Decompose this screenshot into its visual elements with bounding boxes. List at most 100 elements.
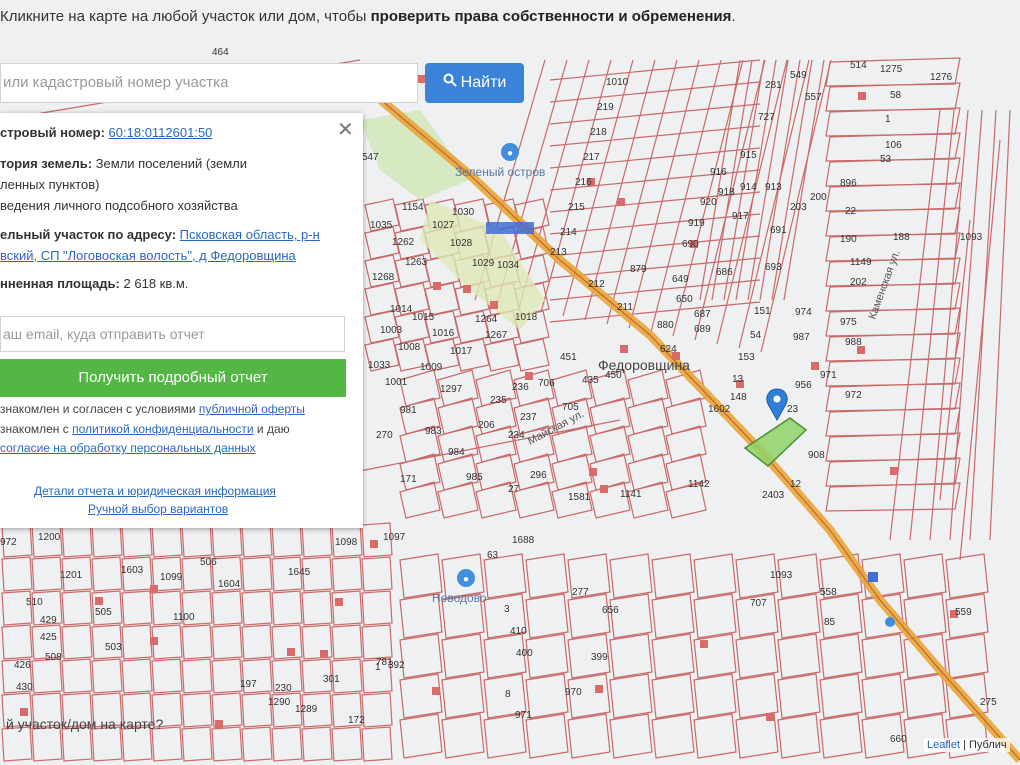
instruction-suffix: . — [731, 8, 736, 25]
parcel-number: 686 — [716, 267, 733, 278]
parcel-number: 1018 — [515, 312, 538, 323]
parcel-number: 1009 — [420, 362, 443, 373]
get-report-button[interactable]: Получить подробный отчет — [0, 359, 346, 397]
parcel-number: 211 — [617, 302, 633, 313]
category-value-cont: ленных пунктов) — [0, 177, 100, 192]
parcel-number: 981 — [400, 405, 417, 416]
building-icon — [432, 687, 440, 695]
parcel-number: 919 — [688, 218, 705, 229]
parcel-number: 1142 — [688, 479, 710, 490]
parcel-number: 918 — [718, 187, 735, 198]
parcel-number: 216 — [575, 177, 592, 188]
building-icon — [335, 598, 343, 606]
manual-select-link[interactable]: Ручной выбор вариантов — [88, 502, 228, 516]
offer-link[interactable]: публичной оферты — [199, 402, 305, 416]
parcel-number: 1276 — [930, 72, 953, 83]
parcel-number: 514 — [850, 60, 867, 71]
parcel-number: 1098 — [335, 537, 358, 548]
parcel-number: 1201 — [60, 570, 83, 581]
parcel-number: 984 — [448, 447, 465, 458]
building-icon — [858, 92, 866, 100]
provider-link[interactable]: Публич — [969, 739, 1007, 751]
bottom-question: й участок/дом на карте? — [6, 716, 164, 732]
leaflet-link[interactable]: Leaflet — [927, 739, 960, 751]
parcel-number: 212 — [588, 279, 605, 290]
parcel-number: 987 — [793, 332, 810, 343]
transit-icon — [885, 617, 895, 627]
parcel-number: 13 — [732, 374, 744, 385]
parcel-number: 8 — [505, 689, 511, 700]
area-value: 2 618 кв.м. — [123, 276, 189, 291]
parcel-number: 693 — [765, 262, 782, 273]
cadastral-row: стровый номер: 60:18:0112601:50 — [0, 125, 212, 140]
cadastral-label: стровый номер: — [0, 125, 105, 140]
instruction-prefix: Кликните на карте на любой участок или д… — [0, 8, 371, 25]
parcel-number: 218 — [590, 127, 607, 138]
parcel-number: 972 — [845, 390, 862, 401]
parcel-number: 505 — [95, 607, 112, 618]
personal-data-link[interactable]: согласие на обработку персональных данны… — [0, 441, 256, 455]
parcel-number: 1033 — [368, 360, 391, 371]
parcel-number: 689 — [694, 324, 711, 335]
consent-privacy-tail: и даю — [253, 422, 290, 436]
poi-neveodovo-icon[interactable]: ● — [457, 569, 475, 587]
parcel-number: 202 — [850, 277, 867, 288]
close-icon[interactable]: ✕ — [337, 117, 354, 142]
parcel-number: 510 — [26, 597, 43, 608]
parcel-number: 296 — [530, 470, 547, 481]
parcel-number: 1010 — [606, 77, 629, 88]
parcel-number: 971 — [515, 710, 532, 721]
consent-privacy-text: знакомлен с — [0, 422, 73, 436]
parcel-number: 3 — [504, 604, 510, 615]
building-icon — [490, 301, 498, 309]
parcel-number: 214 — [560, 227, 577, 238]
parcel-number: 450 — [605, 370, 622, 381]
parcel-number: 1001 — [385, 377, 408, 388]
parcel-number: 213 — [550, 247, 567, 258]
category-row: тория земель: Земли поселений (земли — [0, 156, 247, 171]
parcel-number: 1015 — [412, 312, 435, 323]
poi-label: Неводово — [432, 591, 487, 605]
parcel-number: 188 — [893, 232, 910, 243]
building-icon — [150, 585, 158, 593]
consent-offer: знакомлен и согласен с условиями публичн… — [0, 402, 305, 416]
email-field[interactable]: аш email, куда отправить отчет — [0, 316, 345, 352]
cadastral-number-link[interactable]: 60:18:0112601:50 — [109, 125, 213, 140]
search-button[interactable]: Найти — [425, 63, 524, 103]
parcel-number: 983 — [425, 426, 442, 437]
parcel-number: 277 — [572, 587, 589, 598]
parcel-number: 1014 — [390, 304, 413, 315]
parcel-number: 970 — [565, 687, 582, 698]
parcel-number: 1149 — [850, 257, 872, 268]
parcel-number: 975 — [840, 317, 857, 328]
parcel-number: 920 — [700, 197, 717, 208]
island-label: Зеленый остров — [455, 165, 545, 179]
privacy-link[interactable]: политикой конфиденциальности — [72, 422, 253, 436]
consent-offer-text: знакомлен и согласен с условиями — [0, 402, 199, 416]
parcel-number: 880 — [657, 320, 674, 331]
parcel-number: 1003 — [380, 325, 403, 336]
manual-row: Ручной выбор вариантов — [88, 501, 228, 516]
instruction-text: Кликните на карте на любой участок или д… — [0, 8, 1020, 25]
parcel-number: 171 — [400, 474, 417, 485]
parcel-number: 1645 — [288, 567, 311, 578]
parcel-number: 1263 — [405, 257, 428, 268]
building-icon — [417, 75, 425, 83]
parcel-number: 1093 — [960, 232, 983, 243]
map-attribution: Leaflet | Публич — [924, 738, 1010, 752]
parcel-number: 190 — [840, 234, 857, 245]
parcel-number: 430 — [16, 682, 33, 693]
parcel-number: 54 — [750, 330, 762, 341]
parcel-number: 707 — [750, 598, 767, 609]
parcel-number: 988 — [845, 337, 862, 348]
parcel-number: 1262 — [392, 237, 415, 248]
building-icon — [595, 685, 603, 693]
details-link[interactable]: Детали отчета и юридическая информация — [34, 484, 276, 498]
poi-island-icon[interactable]: ● — [501, 143, 519, 161]
address-link[interactable]: Псковская область, р-н — [180, 227, 320, 242]
building-icon — [766, 713, 774, 721]
parcel-number: 1017 — [450, 346, 473, 357]
parcel-number: 1035 — [370, 220, 393, 231]
address-link-cont[interactable]: вский, СП "Логовоская волость", д Федоро… — [0, 248, 296, 263]
search-input[interactable]: или кадастровый номер участка — [0, 63, 418, 103]
